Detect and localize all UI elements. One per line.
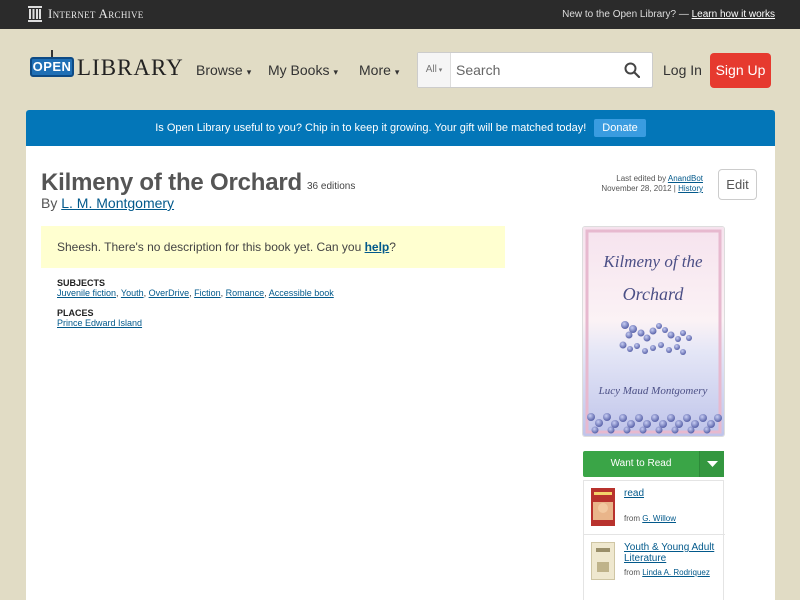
subject-link[interactable]: Youth — [121, 288, 144, 298]
nav-my-books[interactable]: My Books ▾ — [268, 62, 338, 78]
nav-more[interactable]: More ▾ — [359, 62, 399, 78]
internet-archive-logo[interactable]: Internet Archive — [28, 6, 144, 22]
places-heading: PLACES — [57, 308, 94, 318]
subject-link[interactable]: Juvenile fiction — [57, 288, 116, 298]
internet-archive-bar: Internet Archive New to the Open Library… — [0, 0, 800, 29]
list-name-link[interactable]: read — [624, 488, 722, 499]
author-link[interactable]: L. M. Montgomery — [61, 195, 174, 211]
reading-status-dropdown[interactable] — [699, 451, 724, 477]
book-cover[interactable]: Kilmeny of the Orchard Lucy Maud Montgom… — [583, 227, 724, 436]
search-icon — [624, 62, 641, 79]
new-user-text: New to the Open Library? — — [562, 9, 692, 20]
description-suffix: ? — [389, 240, 396, 254]
search-scope-label: All — [425, 64, 437, 75]
subject-link[interactable]: Fiction — [194, 288, 221, 298]
search-scope-select[interactable]: All ▾ — [418, 53, 451, 87]
cover-title-line2: Orchard — [623, 284, 685, 304]
description-text: Sheesh. There's no description for this … — [57, 240, 365, 254]
last-edited-user-link[interactable]: AnandBot — [668, 174, 703, 183]
columns-icon — [28, 6, 42, 22]
signup-button[interactable]: Sign Up — [710, 53, 771, 88]
open-sign: OPEN — [30, 50, 74, 80]
history-link[interactable]: History — [678, 184, 703, 193]
list-from-prefix: from — [624, 568, 643, 577]
donate-message: Is Open Library useful to you? Chip in t… — [155, 122, 587, 134]
chevron-down-icon — [707, 461, 718, 467]
caret-down-icon: ▾ — [246, 67, 252, 77]
search-box: All ▾ — [417, 52, 653, 88]
want-to-read-button[interactable]: Want to Read — [583, 451, 724, 477]
list-owner-link[interactable]: G. Willow — [642, 514, 676, 523]
list-name-link[interactable]: Youth & Young Adult Literature — [624, 542, 722, 564]
last-edited-date: November 28, 2012 | — [601, 184, 679, 193]
list-from-prefix: from — [624, 514, 643, 523]
site-header: OPEN LIBRARY Browse ▾ My Books ▾ More ▾ All… — [0, 29, 800, 110]
edit-button[interactable]: Edit — [718, 169, 757, 200]
nav-browse[interactable]: Browse ▾ — [196, 62, 251, 78]
caret-down-icon: ▾ — [436, 67, 443, 74]
lists-panel: read from G. Willow Youth & Young Adult … — [583, 480, 725, 600]
subjects-list: Juvenile fiction, Youth, OverDrive, Fict… — [57, 288, 334, 298]
login-link[interactable]: Log In — [663, 62, 702, 78]
caret-down-icon: ▾ — [333, 67, 338, 77]
editions-count[interactable]: 36 editions — [307, 181, 355, 192]
search-input[interactable] — [456, 59, 616, 81]
donate-button[interactable]: Donate — [594, 119, 646, 137]
nav-my-books-label: My Books — [268, 62, 330, 78]
nav-more-label: More — [359, 62, 391, 78]
open-library-logo[interactable]: OPEN LIBRARY — [30, 49, 184, 81]
learn-how-link[interactable]: Learn how it works — [692, 9, 775, 20]
byline: By L. M. Montgomery — [41, 195, 174, 211]
internet-archive-text: Internet Archive — [48, 6, 144, 21]
subjects-heading: SUBJECTS — [57, 278, 106, 288]
new-user-message: New to the Open Library? — Learn how it … — [562, 9, 775, 20]
cover-title-line1: Kilmeny of the — [602, 252, 703, 271]
book-title: Kilmeny of the Orchard — [41, 169, 302, 196]
by-label: By — [41, 195, 58, 211]
caret-down-icon: ▾ — [394, 67, 400, 77]
search-button[interactable] — [624, 62, 641, 81]
place-link[interactable]: Prince Edward Island — [57, 318, 142, 328]
subject-link[interactable]: Romance — [226, 288, 265, 298]
help-link[interactable]: help — [365, 240, 390, 254]
list-thumbnail — [591, 488, 615, 526]
donate-banner: Is Open Library useful to you? Chip in t… — [26, 110, 775, 146]
places-list: Prince Edward Island — [57, 318, 142, 328]
main-content: Is Open Library useful to you? Chip in t… — [26, 110, 775, 600]
last-edited-info: Last edited by AnandBot November 28, 201… — [601, 174, 703, 194]
last-edited-prefix: Last edited by — [616, 174, 668, 183]
subject-link[interactable]: Accessible book — [269, 288, 334, 298]
list-item[interactable]: read from G. Willow — [584, 481, 725, 533]
list-owner-link[interactable]: Linda A. Rodriquez — [642, 568, 710, 577]
list-thumbnail — [591, 542, 615, 580]
nav-browse-label: Browse — [196, 62, 243, 78]
open-sign-text: OPEN — [30, 57, 74, 77]
description-notice: Sheesh. There's no description for this … — [41, 226, 505, 268]
list-item[interactable]: Youth & Young Adult Literature from Lind… — [584, 535, 725, 587]
library-wordmark: LIBRARY — [77, 55, 184, 80]
want-to-read-label: Want to Read — [610, 458, 672, 469]
list-owner: from Linda A. Rodriquez — [624, 568, 710, 577]
subject-link[interactable]: OverDrive — [149, 288, 190, 298]
cover-author: Lucy Maud Montgomery — [598, 385, 708, 397]
list-owner: from G. Willow — [624, 514, 676, 523]
